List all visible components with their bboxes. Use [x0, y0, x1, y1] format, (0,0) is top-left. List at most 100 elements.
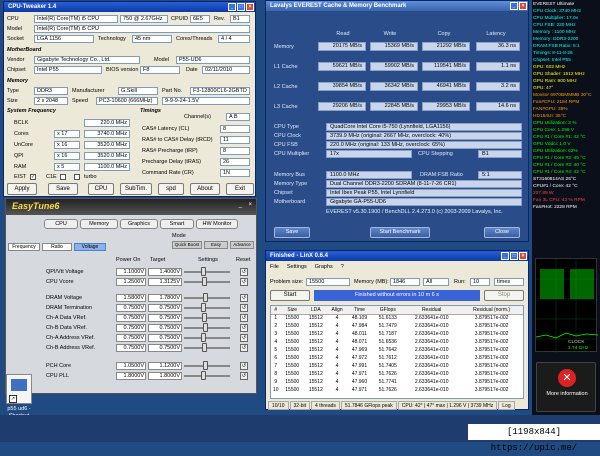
run-input[interactable]: 10 [470, 278, 490, 286]
reset-button[interactable]: ↺ [240, 334, 248, 342]
eist-checkbox[interactable]: ✓ [30, 174, 36, 180]
minimize-icon[interactable]: _ [510, 2, 518, 10]
table-header-cell[interactable]: Residual (norm.) [460, 306, 523, 315]
reset-button[interactable]: ↺ [240, 324, 248, 332]
menu-settings[interactable]: Settings [287, 264, 307, 270]
minimize-icon[interactable]: _ [239, 202, 242, 208]
subtab-voltage[interactable]: Voltage [74, 243, 106, 251]
reset-button[interactable]: ↺ [240, 304, 248, 312]
voltage-slider-track[interactable] [184, 281, 230, 283]
linx-start-button[interactable]: Start [270, 290, 310, 301]
mode-quick-boost[interactable]: Quick Boost [172, 241, 202, 249]
voltage-slider-thumb[interactable] [203, 361, 208, 370]
about-button[interactable]: About [190, 183, 220, 195]
table-header-cell[interactable]: Residual [403, 306, 461, 315]
mode-easy[interactable]: Easy [204, 241, 228, 249]
tab-graphics[interactable]: Graphics [120, 219, 158, 229]
reset-button[interactable]: ↺ [240, 372, 248, 380]
trp-select[interactable]: 8 [220, 147, 250, 155]
apply-button[interactable]: Apply [7, 183, 37, 195]
cpu-button[interactable]: CPU [88, 183, 114, 195]
voltage-slider-thumb[interactable] [201, 303, 206, 312]
voltage-slider-thumb[interactable] [202, 313, 207, 322]
subtim-button[interactable]: SubTim. [120, 183, 152, 195]
voltage-slider-thumb[interactable] [201, 267, 206, 276]
target-value-input[interactable]: 0.7500V [148, 334, 182, 342]
save-button[interactable]: Save [48, 183, 78, 195]
target-value-input[interactable]: 1.7800V [148, 294, 182, 302]
reset-button[interactable]: ↺ [240, 294, 248, 302]
reset-button[interactable]: ↺ [240, 314, 248, 322]
close-icon[interactable]: × [246, 3, 254, 11]
qpi-mult-select[interactable]: x 16 [54, 152, 80, 160]
cas-select[interactable]: 8 [220, 125, 250, 133]
linx-stop-button[interactable]: Stop [484, 290, 524, 301]
voltage-slider-track[interactable] [184, 337, 230, 339]
target-value-input[interactable]: 0.7500V [148, 304, 182, 312]
target-value-input[interactable]: 0.7500V [148, 314, 182, 322]
target-value-input[interactable]: 1.1200V [148, 362, 182, 370]
table-header-cell[interactable]: Size [280, 306, 305, 315]
menu-help[interactable]: ? [341, 264, 344, 270]
target-value-input[interactable]: 1.4000V [148, 268, 182, 276]
table-header-cell[interactable]: Time [346, 306, 373, 315]
subtab-frequency[interactable]: Frequency [8, 243, 40, 251]
exit-button[interactable]: Exit [226, 183, 254, 195]
voltage-slider-thumb[interactable] [202, 343, 207, 352]
trcd-select[interactable]: 11 [220, 136, 250, 144]
voltage-slider-thumb[interactable] [201, 333, 206, 342]
c1e-checkbox[interactable] [60, 174, 66, 180]
voltage-slider-track[interactable] [184, 375, 230, 377]
reset-button[interactable]: ↺ [240, 268, 248, 276]
channel-select[interactable]: A B [226, 113, 250, 121]
reset-button[interactable]: ↺ [240, 362, 248, 370]
reset-button[interactable]: ↺ [240, 278, 248, 286]
problem-size-input[interactable]: 15500 [306, 278, 350, 286]
table-header-cell[interactable]: LDA [304, 306, 328, 315]
maximize-icon[interactable]: □ [237, 3, 245, 11]
tab-memory[interactable]: Memory [80, 219, 118, 229]
table-header-cell[interactable]: GFlops [372, 306, 404, 315]
minimize-icon[interactable]: _ [228, 3, 236, 11]
subtab-ratio[interactable]: Ratio [42, 243, 72, 251]
memory-input[interactable]: 1846 [390, 278, 420, 286]
cores-mult-select[interactable]: x 17 [54, 130, 80, 138]
menu-graphs[interactable]: Graphs [315, 264, 333, 270]
more-info-gadget[interactable]: ✕ More information [536, 362, 596, 412]
everest-save-button[interactable]: Save [274, 227, 310, 238]
close-icon[interactable]: × [519, 2, 527, 10]
table-header-cell[interactable]: # [271, 306, 281, 315]
reset-button[interactable]: ↺ [240, 344, 248, 352]
linx-titlebar[interactable]: Finished - LinX 0.6.4 _ □ × [266, 251, 528, 261]
run-unit-select[interactable]: times [494, 278, 524, 286]
uncore-mult-select[interactable]: x 16 [54, 141, 80, 149]
shortcut-icon[interactable]: ↗ [6, 374, 32, 404]
minimize-icon[interactable]: _ [501, 252, 509, 260]
target-value-input[interactable]: 0.7500V [148, 344, 182, 352]
target-value-input[interactable]: 1.3125V [148, 278, 182, 286]
voltage-slider-track[interactable] [184, 307, 230, 309]
voltage-slider-track[interactable] [184, 347, 230, 349]
tab-smart[interactable]: Smart [160, 219, 194, 229]
close-icon[interactable]: × [519, 252, 527, 260]
memory-preset-select[interactable]: All [423, 278, 449, 286]
target-value-input[interactable]: 1.8000V [148, 372, 182, 380]
status-cell[interactable]: Log [498, 401, 515, 410]
ram-mult-select[interactable]: x 5 [54, 163, 80, 171]
tab-hw-monitor[interactable]: HW Monitor [196, 219, 238, 229]
tras-select[interactable]: 26 [220, 158, 250, 166]
voltage-slider-track[interactable] [184, 271, 230, 273]
bclk-value[interactable]: 220.0 MHz [84, 119, 130, 127]
voltage-slider-track[interactable] [184, 317, 230, 319]
cr-select[interactable]: 1N [220, 169, 250, 177]
everest-close-button[interactable]: Close [484, 227, 520, 238]
start-benchmark-button[interactable]: Start Benchmark [370, 227, 430, 238]
voltage-slider-thumb[interactable] [203, 293, 208, 302]
close-icon[interactable]: × [248, 202, 252, 208]
mode-advance[interactable]: Advance [230, 241, 254, 249]
tab-cpu[interactable]: CPU [44, 219, 78, 229]
turbo-checkbox[interactable] [74, 174, 80, 180]
menu-file[interactable]: File [270, 264, 279, 270]
cpu-tweaker-titlebar[interactable]: CPU-Tweaker 1.4 _ □ × [4, 2, 255, 12]
everest-titlebar[interactable]: Lavalys EVEREST Cache & Memory Benchmark… [266, 1, 528, 11]
